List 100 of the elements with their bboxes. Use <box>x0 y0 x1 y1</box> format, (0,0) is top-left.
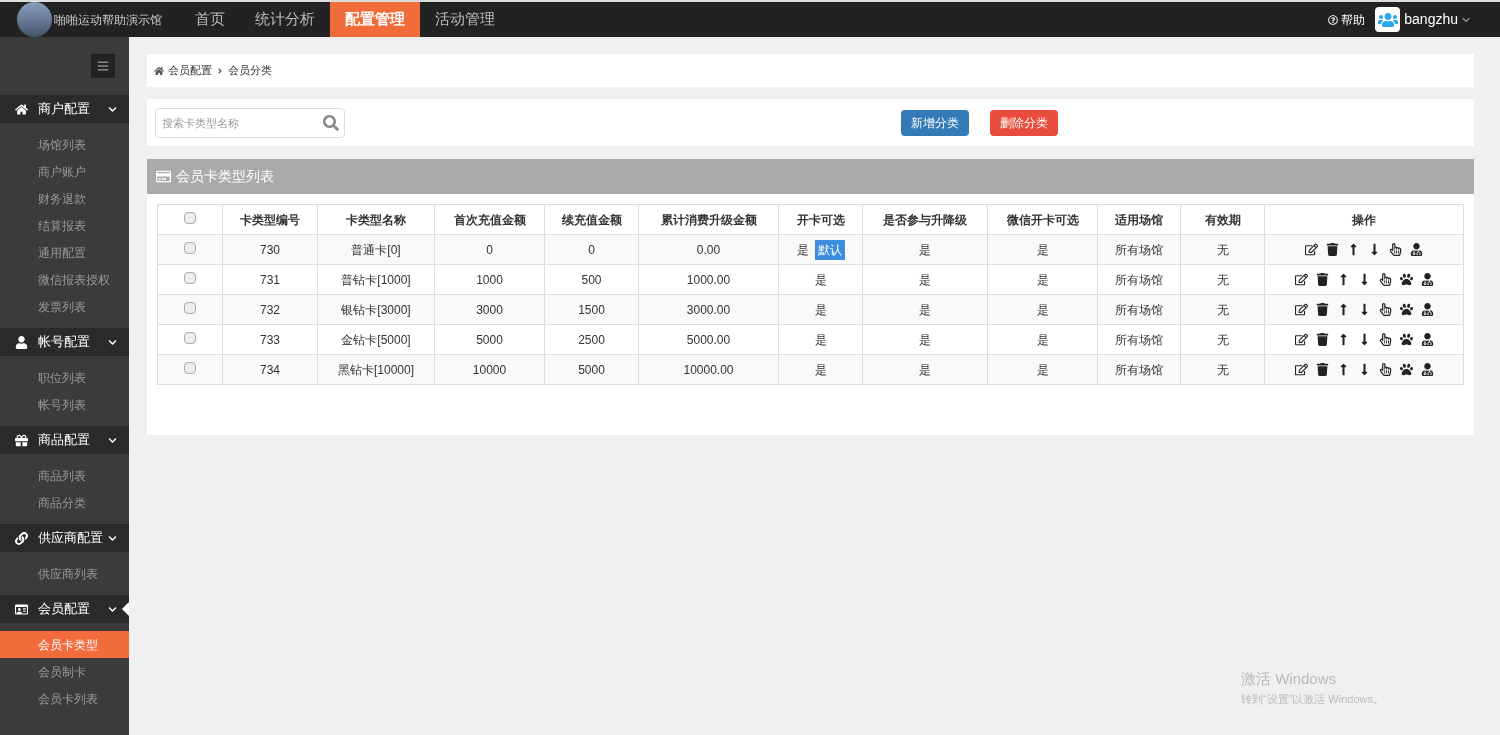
checkbox[interactable] <box>184 301 196 314</box>
table-cell: 是 <box>778 324 863 355</box>
table-cell: 733 <box>222 324 318 355</box>
hand-pointer-icon[interactable] <box>1378 273 1392 286</box>
chevron-icon <box>108 104 117 114</box>
table-cell: 是 <box>987 324 1098 355</box>
sidebar-section[interactable]: 帐号配置 <box>0 328 129 356</box>
active-pointer-icon <box>122 602 129 616</box>
hand-pointer-icon[interactable] <box>1378 333 1392 346</box>
column-header: 累计消费升级金额 <box>638 204 779 235</box>
search-icon[interactable] <box>323 114 339 131</box>
table-cell: 是 <box>987 294 1098 325</box>
search-field[interactable]: 搜索卡类型名称 <box>155 107 345 138</box>
checkbox[interactable] <box>184 211 196 224</box>
column-header: 首次充值金额 <box>434 204 545 235</box>
paw-icon[interactable] <box>1399 303 1413 316</box>
credit-card-icon <box>156 169 171 184</box>
default-badge: 默认 <box>814 239 845 260</box>
person-icon[interactable] <box>1420 303 1434 316</box>
nav-tab[interactable]: 统计分析 <box>240 2 330 37</box>
sidebar-item[interactable]: 微信报表授权 <box>0 266 129 293</box>
sidebar-item[interactable]: 结算报表 <box>0 212 129 239</box>
trash-icon[interactable] <box>1315 333 1329 346</box>
sidebar-item[interactable]: 会员卡类型 <box>0 631 129 658</box>
action-button[interactable]: 新增分类 <box>901 109 969 136</box>
checkbox[interactable] <box>184 271 196 284</box>
paw-icon[interactable] <box>1399 363 1413 376</box>
sidebar-item[interactable]: 职位列表 <box>0 364 129 391</box>
table-cell: 0 <box>544 234 639 265</box>
sidebar-item[interactable]: 商品分类 <box>0 489 129 516</box>
paw-icon[interactable] <box>1399 273 1413 286</box>
edit-icon[interactable] <box>1294 333 1308 346</box>
user-icon <box>15 335 28 349</box>
breadcrumb-link[interactable]: 会员配置 <box>168 62 212 79</box>
table-cell: 黑钻卡[10000] <box>317 354 435 385</box>
person-icon[interactable] <box>1420 273 1434 286</box>
sidebar-item[interactable]: 会员制卡 <box>0 658 129 685</box>
breadcrumb-link[interactable]: 会员分类 <box>228 62 272 79</box>
paw-icon[interactable] <box>1399 333 1413 346</box>
trash-icon[interactable] <box>1315 303 1329 316</box>
column-header: 卡类型名称 <box>317 204 435 235</box>
table-cell: 是 <box>862 294 988 325</box>
sidebar-item[interactable]: 商户账户 <box>0 158 129 185</box>
menu-toggle-button[interactable] <box>91 54 115 78</box>
sidebar-item[interactable]: 会员卡列表 <box>0 685 129 712</box>
nav-tab[interactable]: 配置管理 <box>330 2 420 37</box>
edit-icon[interactable] <box>1294 303 1308 316</box>
trash-icon[interactable] <box>1315 273 1329 286</box>
nav-tab[interactable]: 活动管理 <box>420 2 510 37</box>
table-cell: 731 <box>222 264 318 295</box>
sidebar-item[interactable]: 商品列表 <box>0 462 129 489</box>
column-header: 续充值金额 <box>544 204 639 235</box>
sidebar-section[interactable]: 供应商配置 <box>0 524 129 552</box>
table-cell: 所有场馆 <box>1097 324 1181 355</box>
action-button[interactable]: 删除分类 <box>990 109 1058 136</box>
table-cell: 普钻卡[1000] <box>317 264 435 295</box>
table-cell: 是 <box>862 324 988 355</box>
user-menu[interactable]: bangzhu <box>1404 9 1470 30</box>
table-cell: 1500 <box>544 294 639 325</box>
trash-icon[interactable] <box>1326 243 1339 256</box>
table-cell: 10000 <box>434 354 545 385</box>
table-cell: 是 <box>862 264 988 295</box>
home-icon <box>154 65 164 76</box>
avatar-icon <box>1375 7 1401 32</box>
sidebar-section[interactable]: 会员配置 <box>0 595 129 623</box>
chevron-icon <box>108 533 117 543</box>
checkbox[interactable] <box>184 331 196 344</box>
table-cell: 是 <box>862 354 988 385</box>
table-cell: 2500 <box>544 324 639 355</box>
edit-icon[interactable] <box>1294 273 1308 286</box>
trash-icon[interactable] <box>1315 363 1329 376</box>
table-cell: 5000 <box>544 354 639 385</box>
column-header: 有效期 <box>1180 204 1265 235</box>
person-icon[interactable] <box>1420 333 1434 346</box>
gift-icon <box>15 433 28 447</box>
table-cell: 所有场馆 <box>1097 264 1181 295</box>
edit-icon[interactable] <box>1294 363 1308 376</box>
nav-tab[interactable]: 首页 <box>180 2 240 37</box>
edit-icon[interactable] <box>1305 243 1318 256</box>
hand-pointer-icon[interactable] <box>1378 303 1392 316</box>
person-icon[interactable] <box>1410 243 1423 256</box>
table-cell: 1000.00 <box>638 264 779 295</box>
hand-pointer-icon[interactable] <box>1389 243 1402 256</box>
sidebar-section[interactable]: 商户配置 <box>0 95 129 123</box>
sidebar-item[interactable]: 通用配置 <box>0 239 129 266</box>
sidebar-section[interactable]: 商品配置 <box>0 426 129 454</box>
sidebar-item[interactable]: 财务退款 <box>0 185 129 212</box>
table-cell: 无 <box>1180 294 1265 325</box>
hand-pointer-icon[interactable] <box>1378 363 1392 376</box>
sidebar-item[interactable]: 帐号列表 <box>0 391 129 418</box>
sidebar-item[interactable]: 供应商列表 <box>0 560 129 587</box>
person-icon[interactable] <box>1420 363 1434 376</box>
checkbox[interactable] <box>184 361 196 374</box>
column-header: 操作 <box>1264 204 1464 235</box>
caret-icon <box>1462 15 1470 24</box>
table-cell: 是 <box>987 264 1098 295</box>
sidebar-item[interactable]: 场馆列表 <box>0 131 129 158</box>
help-link[interactable]: 帮助 <box>1328 2 1366 37</box>
checkbox[interactable] <box>184 241 196 254</box>
sidebar-item[interactable]: 发票列表 <box>0 293 129 320</box>
